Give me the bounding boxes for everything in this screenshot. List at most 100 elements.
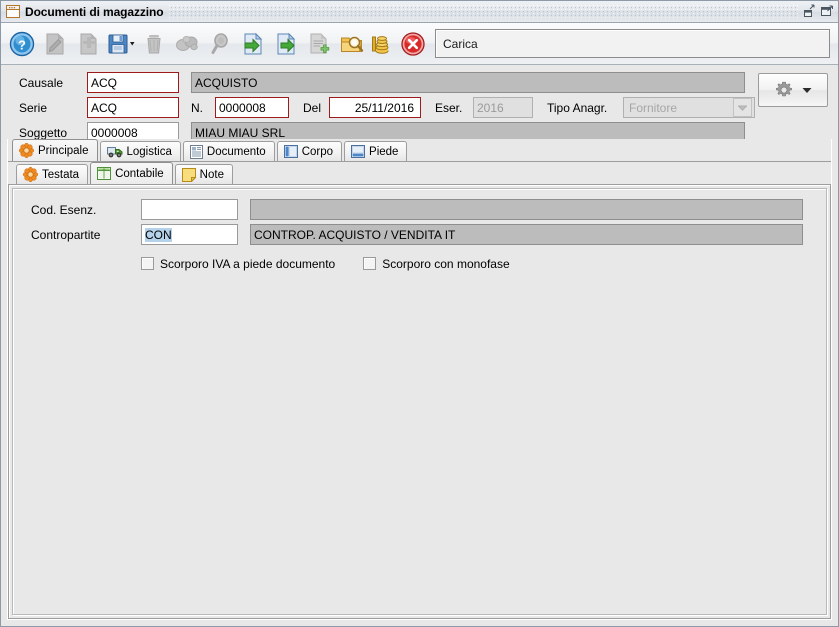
- tab-documento-label: Documento: [206, 145, 266, 158]
- causale-description-value: ACQUISTO: [195, 75, 258, 90]
- soggetto-value: 0000008: [91, 125, 138, 140]
- magnifier-icon: [211, 32, 228, 54]
- title-bar: Documenti di magazzino: [1, 1, 838, 23]
- contropartite-input[interactable]: CON: [141, 224, 238, 245]
- add-row-button[interactable]: [302, 27, 335, 60]
- save-button[interactable]: [104, 27, 137, 60]
- trash-icon: [146, 34, 161, 53]
- tab-piede[interactable]: Piede: [344, 141, 408, 161]
- scorporo-monofase-checkbox[interactable]: Scorporo con monofase: [363, 256, 510, 271]
- yellow-note-icon: [181, 167, 196, 182]
- panel-left-icon: [283, 145, 298, 158]
- tab-container: Principale Logistica Documento Corpo Pie…: [7, 139, 832, 620]
- serie-value: ACQ: [91, 100, 118, 115]
- causale-input[interactable]: ACQ: [87, 72, 179, 93]
- cod-esenz-input[interactable]: [141, 199, 238, 220]
- chevron-down-icon: [802, 87, 811, 93]
- tab-piede-label: Piede: [369, 145, 399, 158]
- checkbox-row: Scorporo IVA a piede documento Scorporo …: [13, 253, 826, 274]
- tab-contabile-label: Contabile: [115, 167, 164, 180]
- scorporo-iva-label: Scorporo IVA a piede documento: [160, 256, 336, 271]
- duplicate-icon: [175, 35, 198, 51]
- status-value: Carica: [443, 36, 478, 51]
- duplicate-button[interactable]: [170, 27, 203, 60]
- causale-row: Causale ACQ ACQUISTO: [1, 72, 838, 93]
- chevron-down-icon: [733, 98, 752, 117]
- settings-button[interactable]: [758, 73, 828, 107]
- help-button[interactable]: ?: [5, 27, 38, 60]
- tab-principale[interactable]: Principale: [12, 139, 98, 161]
- main-toolbar: ? Carica: [1, 23, 838, 65]
- cod-esenz-row: Cod. Esenz.: [13, 199, 826, 220]
- close-circle-icon: [400, 31, 425, 56]
- panel-bottom-icon: [351, 145, 366, 158]
- search-button[interactable]: [203, 27, 236, 60]
- tab-corpo-label: Corpo: [301, 145, 334, 158]
- gear-icon: [775, 81, 792, 97]
- preview-button[interactable]: [335, 27, 368, 60]
- help-circle-icon: ?: [9, 31, 34, 56]
- application-window: Documenti di magazzino ? Carica Causale …: [0, 0, 839, 627]
- title-bar-hatch: [169, 5, 798, 18]
- contropartite-row: Contropartite CON CONTROP. ACQUISTO / VE…: [13, 224, 826, 245]
- cod-esenz-label: Cod. Esenz.: [31, 202, 97, 217]
- causale-value: ACQ: [91, 75, 118, 90]
- soggetto-description-value: MIAU MIAU SRL: [195, 125, 286, 140]
- edit-document-button[interactable]: [38, 27, 71, 60]
- edit-document-icon: [46, 33, 63, 54]
- tab-corpo[interactable]: Corpo: [276, 141, 343, 161]
- green-table-icon: [97, 167, 112, 180]
- new-document-icon: [80, 33, 96, 54]
- delete-button[interactable]: [137, 27, 170, 60]
- tab-note-label: Note: [199, 168, 224, 181]
- header-form: Causale ACQ ACQUISTO Serie ACQ N. 000000…: [1, 65, 838, 143]
- serie-label: Serie: [19, 100, 48, 115]
- tab-testata[interactable]: Testata: [16, 164, 89, 184]
- del-input[interactable]: 25/11/2016: [329, 97, 421, 118]
- document-in-arrow-icon: [244, 32, 262, 54]
- primary-tabstrip: Principale Logistica Documento Corpo Pie…: [8, 139, 831, 161]
- green-truck-icon: [106, 147, 122, 158]
- coins-icon: [372, 35, 389, 54]
- cod-esenz-description: [250, 199, 803, 220]
- tab-contabile[interactable]: Contabile: [90, 162, 173, 184]
- restore-icon[interactable]: [802, 4, 817, 19]
- checkbox-box[interactable]: [363, 257, 377, 270]
- tipo-anagr-value: Fornitore: [629, 100, 678, 115]
- export-document-button[interactable]: [269, 27, 302, 60]
- folder-magnifier-icon: [340, 36, 363, 52]
- form-window-icon: [6, 5, 20, 18]
- numero-input[interactable]: 0000008: [215, 97, 289, 118]
- window-title: Documenti di magazzino: [25, 4, 164, 19]
- numero-value: 0000008: [219, 100, 266, 115]
- tab-logistica[interactable]: Logistica: [99, 141, 181, 161]
- causale-label: Causale: [19, 75, 64, 90]
- status-field[interactable]: Carica: [435, 29, 830, 58]
- serie-row: Serie ACQ N. 0000008 Del 25/11/2016 Eser…: [1, 97, 838, 118]
- svg-text:?: ?: [18, 37, 26, 52]
- import-document-button[interactable]: [236, 27, 269, 60]
- tab-documento[interactable]: Documento: [182, 141, 275, 161]
- soggetto-label: Soggetto: [19, 125, 68, 140]
- contropartite-description-value: CONTROP. ACQUISTO / VENDITA IT: [254, 227, 456, 242]
- close-button[interactable]: [396, 27, 429, 60]
- tipo-anagr-select: Fornitore: [623, 97, 755, 118]
- contropartite-label: Contropartite: [31, 227, 101, 242]
- window-controls: [802, 4, 835, 19]
- checkbox-box[interactable]: [141, 257, 154, 270]
- maximize-icon[interactable]: [820, 4, 835, 19]
- save-floppy-icon: [108, 34, 134, 53]
- tab-testata-label: Testata: [42, 168, 80, 181]
- scorporo-iva-checkbox[interactable]: Scorporo IVA a piede documento: [141, 257, 335, 271]
- payments-button[interactable]: [368, 27, 396, 60]
- document-plus-icon: [310, 33, 329, 53]
- serie-input[interactable]: ACQ: [87, 97, 179, 118]
- scorporo-monofase-label: Scorporo con monofase: [382, 256, 510, 271]
- contabile-inner-panel: Cod. Esenz. Contropartite CON CONTROP. A…: [12, 188, 827, 615]
- tab-note[interactable]: Note: [174, 164, 233, 184]
- tipo-anagr-label: Tipo Anagr.: [547, 100, 608, 115]
- tab-principale-label: Principale: [38, 144, 89, 157]
- document-lines-icon: [189, 144, 203, 159]
- new-document-button[interactable]: [71, 27, 104, 60]
- orange-asterisk-icon: [19, 143, 34, 158]
